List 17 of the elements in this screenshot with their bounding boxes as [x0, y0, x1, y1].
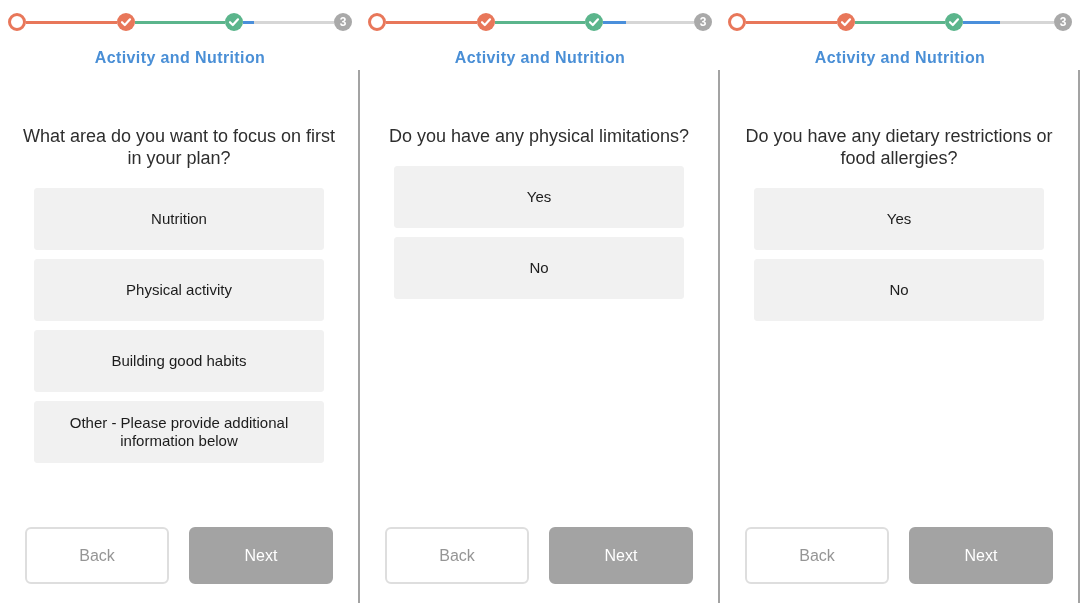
answer-option[interactable]: Physical activity: [34, 259, 324, 321]
question-text: What area do you want to focus on first in your plan?: [21, 125, 337, 169]
answer-option[interactable]: Other - Please provide additional information below: [34, 401, 324, 463]
answer-option[interactable]: Building good habits: [34, 330, 324, 392]
question-text: Do you have any dietary restrictions or food allergies?: [744, 125, 1054, 169]
question-text: Do you have any physical limitations?: [387, 125, 691, 147]
section-title: Activity and Nutrition: [454, 48, 626, 68]
answer-option[interactable]: Yes: [754, 188, 1044, 250]
section-title: Activity and Nutrition: [94, 48, 266, 68]
answer-option[interactable]: Yes: [394, 166, 684, 228]
step-number: 3: [694, 13, 712, 31]
step-number: 3: [334, 13, 352, 31]
answer-option[interactable]: No: [754, 259, 1044, 321]
answer-option[interactable]: Nutrition: [34, 188, 324, 250]
answer-option[interactable]: No: [394, 237, 684, 299]
section-title: Activity and Nutrition: [814, 48, 986, 68]
step-number: 3: [1054, 13, 1072, 31]
